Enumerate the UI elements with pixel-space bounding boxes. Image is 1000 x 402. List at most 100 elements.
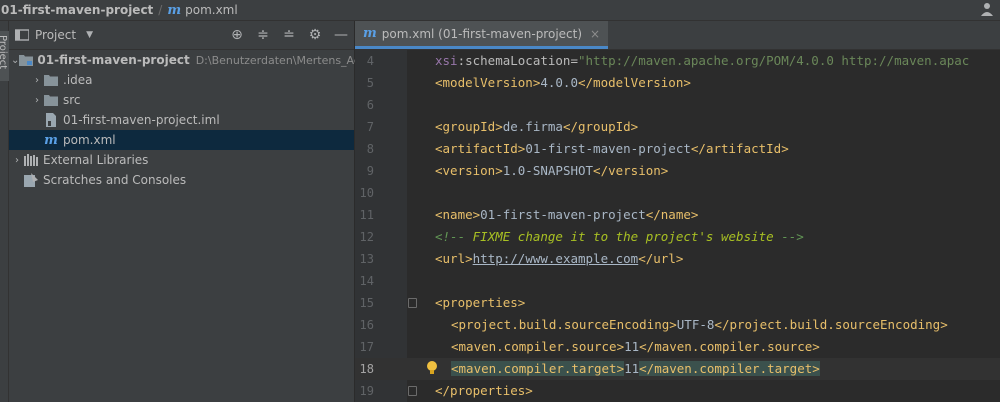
line-number: 13	[359, 252, 374, 266]
code-text: </properties>	[435, 383, 533, 398]
code-text: <url>http://www.example.com</url>	[435, 251, 684, 266]
code-area[interactable]: 4 xsi:schemaLocation="http://maven.apach…	[355, 50, 1000, 402]
tree-item-label: External Libraries	[43, 153, 149, 167]
fold-marker-icon[interactable]	[408, 298, 417, 308]
code-line[interactable]: 11 <name>01-first-maven-project</name>	[355, 204, 1000, 226]
line-number: 12	[359, 230, 374, 244]
line-number: 16	[359, 318, 374, 332]
project-tree: ⌄ 01-first-maven-project D:\Benutzerdate…	[9, 50, 370, 190]
code-line[interactable]: 4 xsi:schemaLocation="http://maven.apach…	[355, 50, 1000, 72]
line-number: 7	[366, 120, 374, 134]
code-text: xsi:schemaLocation="http://maven.apache.…	[435, 53, 970, 68]
libraries-icon	[23, 153, 39, 167]
code-line[interactable]: 14	[355, 270, 1000, 292]
chevron-right-icon[interactable]: ›	[31, 95, 43, 106]
editor-tabs: m pom.xml (01-first-maven-project) ×	[355, 21, 1000, 50]
code-line[interactable]: 17 <maven.compiler.source>11</maven.comp…	[355, 336, 1000, 358]
scratches-icon	[23, 173, 39, 187]
line-number: 10	[359, 186, 374, 200]
project-panel-header: Project ▼ ⊕ ≑ ≐ ⚙ —	[9, 21, 354, 50]
line-number: 5	[366, 76, 374, 90]
breadcrumb-file[interactable]: pom.xml	[185, 3, 238, 17]
code-text: <groupId>de.firma</groupId>	[435, 119, 639, 134]
maven-icon: m	[44, 132, 58, 148]
tree-item-pom[interactable]: m pom.xml	[9, 130, 354, 150]
target-icon[interactable]: ⊕	[224, 27, 250, 43]
maven-icon: m	[363, 26, 377, 41]
tree-item-label: .idea	[63, 73, 93, 87]
fold-marker-icon[interactable]	[408, 386, 417, 396]
minimize-icon[interactable]: —	[328, 27, 354, 43]
maven-icon: m	[167, 2, 182, 18]
line-number: 15	[359, 296, 374, 310]
line-number: 6	[366, 98, 374, 112]
code-line[interactable]: 5 <modelVersion>4.0.0</modelVersion>	[355, 72, 1000, 94]
tree-item-src[interactable]: › src	[9, 90, 354, 110]
code-line[interactable]: 9 <version>1.0-SNAPSHOT</version>	[355, 160, 1000, 182]
code-text: <maven.compiler.source>11</maven.compile…	[451, 339, 820, 354]
code-line[interactable]: 15 <properties>	[355, 292, 1000, 314]
tab-label: pom.xml (01-first-maven-project)	[381, 26, 583, 41]
project-view-selector[interactable]: Project	[35, 28, 76, 42]
line-number: 18	[359, 362, 374, 376]
line-number: 8	[366, 142, 374, 156]
tree-item-project-root[interactable]: ⌄ 01-first-maven-project D:\Benutzerdate…	[9, 50, 370, 70]
code-line[interactable]: 10	[355, 182, 1000, 204]
chevron-right-icon[interactable]: ›	[31, 75, 43, 86]
code-line-current[interactable]: 18 <maven.compiler.target>11</maven.comp…	[355, 358, 1000, 380]
editor: m pom.xml (01-first-maven-project) × 4 x…	[355, 21, 1000, 402]
line-number: 11	[359, 208, 374, 222]
line-number: 14	[359, 274, 374, 288]
code-line[interactable]: 8 <artifactId>01-first-maven-project</ar…	[355, 138, 1000, 160]
project-tool-tab-label: Project	[0, 35, 8, 70]
code-text: <version>1.0-SNAPSHOT</version>	[435, 163, 669, 178]
lightbulb-icon[interactable]	[426, 360, 438, 376]
line-number: 19	[359, 384, 374, 398]
expand-all-icon[interactable]: ≑	[250, 27, 276, 43]
code-line[interactable]: 7 <groupId>de.firma</groupId>	[355, 116, 1000, 138]
code-text: <maven.compiler.target>11</maven.compile…	[451, 361, 820, 376]
tree-item-iml[interactable]: 01-first-maven-project.iml	[9, 110, 354, 130]
tree-item-external-libraries[interactable]: › External Libraries	[9, 150, 354, 170]
navigation-bar: 01-first-maven-project / m pom.xml	[0, 0, 1000, 21]
code-text: <project.build.sourceEncoding>UTF-8</pro…	[451, 317, 948, 332]
line-number: 17	[359, 340, 374, 354]
line-number: 4	[366, 54, 374, 68]
folder-icon	[43, 93, 59, 107]
code-line[interactable]: 13 <url>http://www.example.com</url>	[355, 248, 1000, 270]
url-link[interactable]: http://www.example.com	[473, 251, 639, 266]
code-line[interactable]: 19 </properties>	[355, 380, 1000, 402]
tree-item-path: D:\Benutzerdaten\Mertens_Achi	[195, 53, 370, 67]
breadcrumb-separator: /	[158, 3, 163, 17]
code-text: <artifactId>01-first-maven-project</arti…	[435, 141, 789, 156]
breadcrumb-project[interactable]: 01-first-maven-project	[1, 3, 153, 17]
iml-file-icon	[43, 113, 59, 127]
tree-item-label: src	[63, 93, 81, 107]
chevron-down-icon[interactable]: ▼	[86, 30, 93, 40]
gear-icon[interactable]: ⚙	[302, 27, 328, 43]
user-icon[interactable]	[980, 2, 994, 16]
tree-item-label: 01-first-maven-project.iml	[63, 113, 220, 127]
code-text: <name>01-first-maven-project</name>	[435, 207, 699, 222]
code-text: <modelVersion>4.0.0</modelVersion>	[435, 75, 691, 90]
close-icon[interactable]: ×	[590, 27, 600, 41]
tree-item-idea[interactable]: › .idea	[9, 70, 354, 90]
code-line[interactable]: 6	[355, 94, 1000, 116]
collapse-all-icon[interactable]: ≐	[276, 27, 302, 43]
tab-pom-xml[interactable]: m pom.xml (01-first-maven-project) ×	[355, 21, 609, 49]
module-folder-icon	[19, 53, 34, 67]
line-number: 9	[366, 164, 374, 178]
chevron-down-icon[interactable]: ⌄	[11, 55, 19, 66]
code-text: <!-- FIXME change it to the project's we…	[435, 229, 804, 244]
project-panel: Project ▼ ⊕ ≑ ≐ ⚙ — ⌄ 01-first-maven-pro…	[9, 21, 370, 402]
project-panel-tools: ⊕ ≑ ≐ ⚙ —	[224, 21, 354, 49]
code-line[interactable]: 16 <project.build.sourceEncoding>UTF-8</…	[355, 314, 1000, 336]
code-text: <properties>	[435, 295, 526, 310]
tree-item-label: Scratches and Consoles	[43, 173, 187, 187]
left-tool-window-bar: Project	[0, 21, 10, 402]
tree-item-scratches[interactable]: Scratches and Consoles	[9, 170, 354, 190]
folder-icon	[43, 73, 59, 87]
chevron-right-icon[interactable]: ›	[11, 155, 23, 166]
code-line[interactable]: 12 <!-- FIXME change it to the project's…	[355, 226, 1000, 248]
project-view-icon	[15, 29, 29, 41]
